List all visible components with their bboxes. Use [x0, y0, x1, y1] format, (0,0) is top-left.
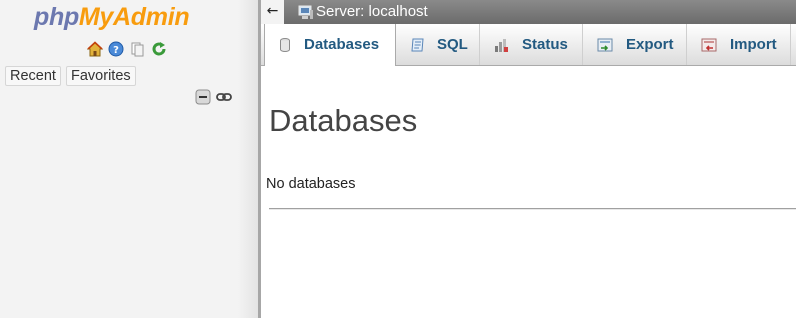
tab-import[interactable]: Import	[687, 24, 791, 65]
server-icon	[298, 5, 313, 19]
export-icon	[597, 38, 613, 52]
tab-databases[interactable]: Databases	[264, 24, 396, 66]
server-breadcrumb-bar: ← Server: localhost	[261, 0, 796, 24]
svg-text:?: ?	[113, 45, 119, 56]
tab-label: Databases	[304, 36, 380, 53]
import-icon	[701, 38, 717, 52]
collapse-all-icon[interactable]	[195, 89, 211, 105]
documentation-icon[interactable]	[129, 41, 145, 57]
recent-button[interactable]: Recent	[5, 66, 61, 86]
info-icon[interactable]: ?	[108, 41, 124, 57]
sql-icon	[411, 38, 424, 52]
tab-status[interactable]: Status	[480, 24, 583, 65]
collapse-navigation-button[interactable]: ←	[261, 0, 284, 24]
reload-icon[interactable]	[151, 41, 167, 57]
favorites-button[interactable]: Favorites	[66, 66, 136, 86]
status-icon	[495, 39, 508, 52]
content-divider	[269, 208, 796, 209]
tab-label: Export	[626, 36, 674, 53]
home-icon[interactable]	[87, 41, 103, 57]
server-link[interactable]: Server: localhost	[316, 0, 428, 24]
page-title: Databases	[269, 103, 418, 138]
tab-export[interactable]: Export	[583, 24, 687, 65]
top-menu-tabs: Databases SQL Status Export Import	[261, 24, 796, 66]
navigation-panel: phpMyAdmin ? Recent Favorites	[0, 0, 258, 318]
tab-label: Import	[730, 36, 777, 53]
link-with-main-panel-icon[interactable]	[216, 91, 232, 103]
empty-databases-message: No databases	[266, 176, 356, 192]
database-icon	[280, 38, 290, 52]
tab-label: SQL	[437, 36, 468, 53]
tab-label: Status	[522, 36, 568, 53]
phpmyadmin-logo[interactable]: phpMyAdmin	[34, 3, 190, 32]
tab-sql[interactable]: SQL	[396, 24, 480, 65]
